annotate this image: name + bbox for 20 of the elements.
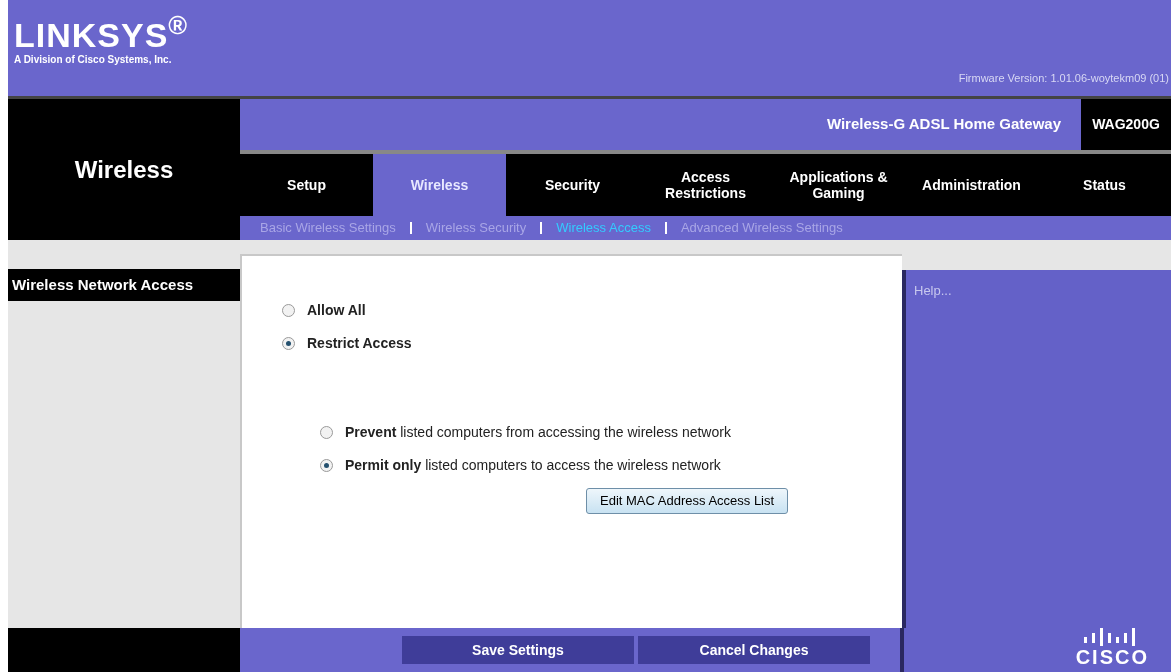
radio-button[interactable] xyxy=(320,459,333,472)
radio-button[interactable] xyxy=(282,337,295,350)
tagline: A Division of Cisco Systems, Inc. xyxy=(14,53,173,67)
radio-button[interactable] xyxy=(282,304,295,317)
footer-button[interactable]: Cancel Changes xyxy=(638,636,870,664)
nav-tab[interactable]: Wireless xyxy=(373,154,506,216)
model-number: WAG200G xyxy=(1092,115,1160,134)
radio-button[interactable] xyxy=(320,426,333,439)
section-title: Wireless xyxy=(74,157,174,185)
radio-label: Restrict Access xyxy=(307,334,412,353)
edit-mac-list-button[interactable]: Edit MAC Address Access List xyxy=(586,488,789,514)
radio-label: Prevent listed computers from accessing the wireless network xyxy=(345,423,731,442)
firmware-version: Firmware Version: 1.01.06-woytekm09 (01) xyxy=(958,71,1169,86)
sidebar-title: Wireless Network Access xyxy=(12,274,194,295)
product-name: Wireless-G ADSL Home Gateway xyxy=(826,114,1061,135)
help-text: Help... xyxy=(914,283,952,298)
cisco-logo: CISCO xyxy=(1075,628,1149,668)
radio-label: Permit only listed computers to access the wireless network xyxy=(345,456,721,475)
footer-button[interactable]: Save Settings xyxy=(402,636,634,664)
radio-label: Allow All xyxy=(307,301,366,320)
